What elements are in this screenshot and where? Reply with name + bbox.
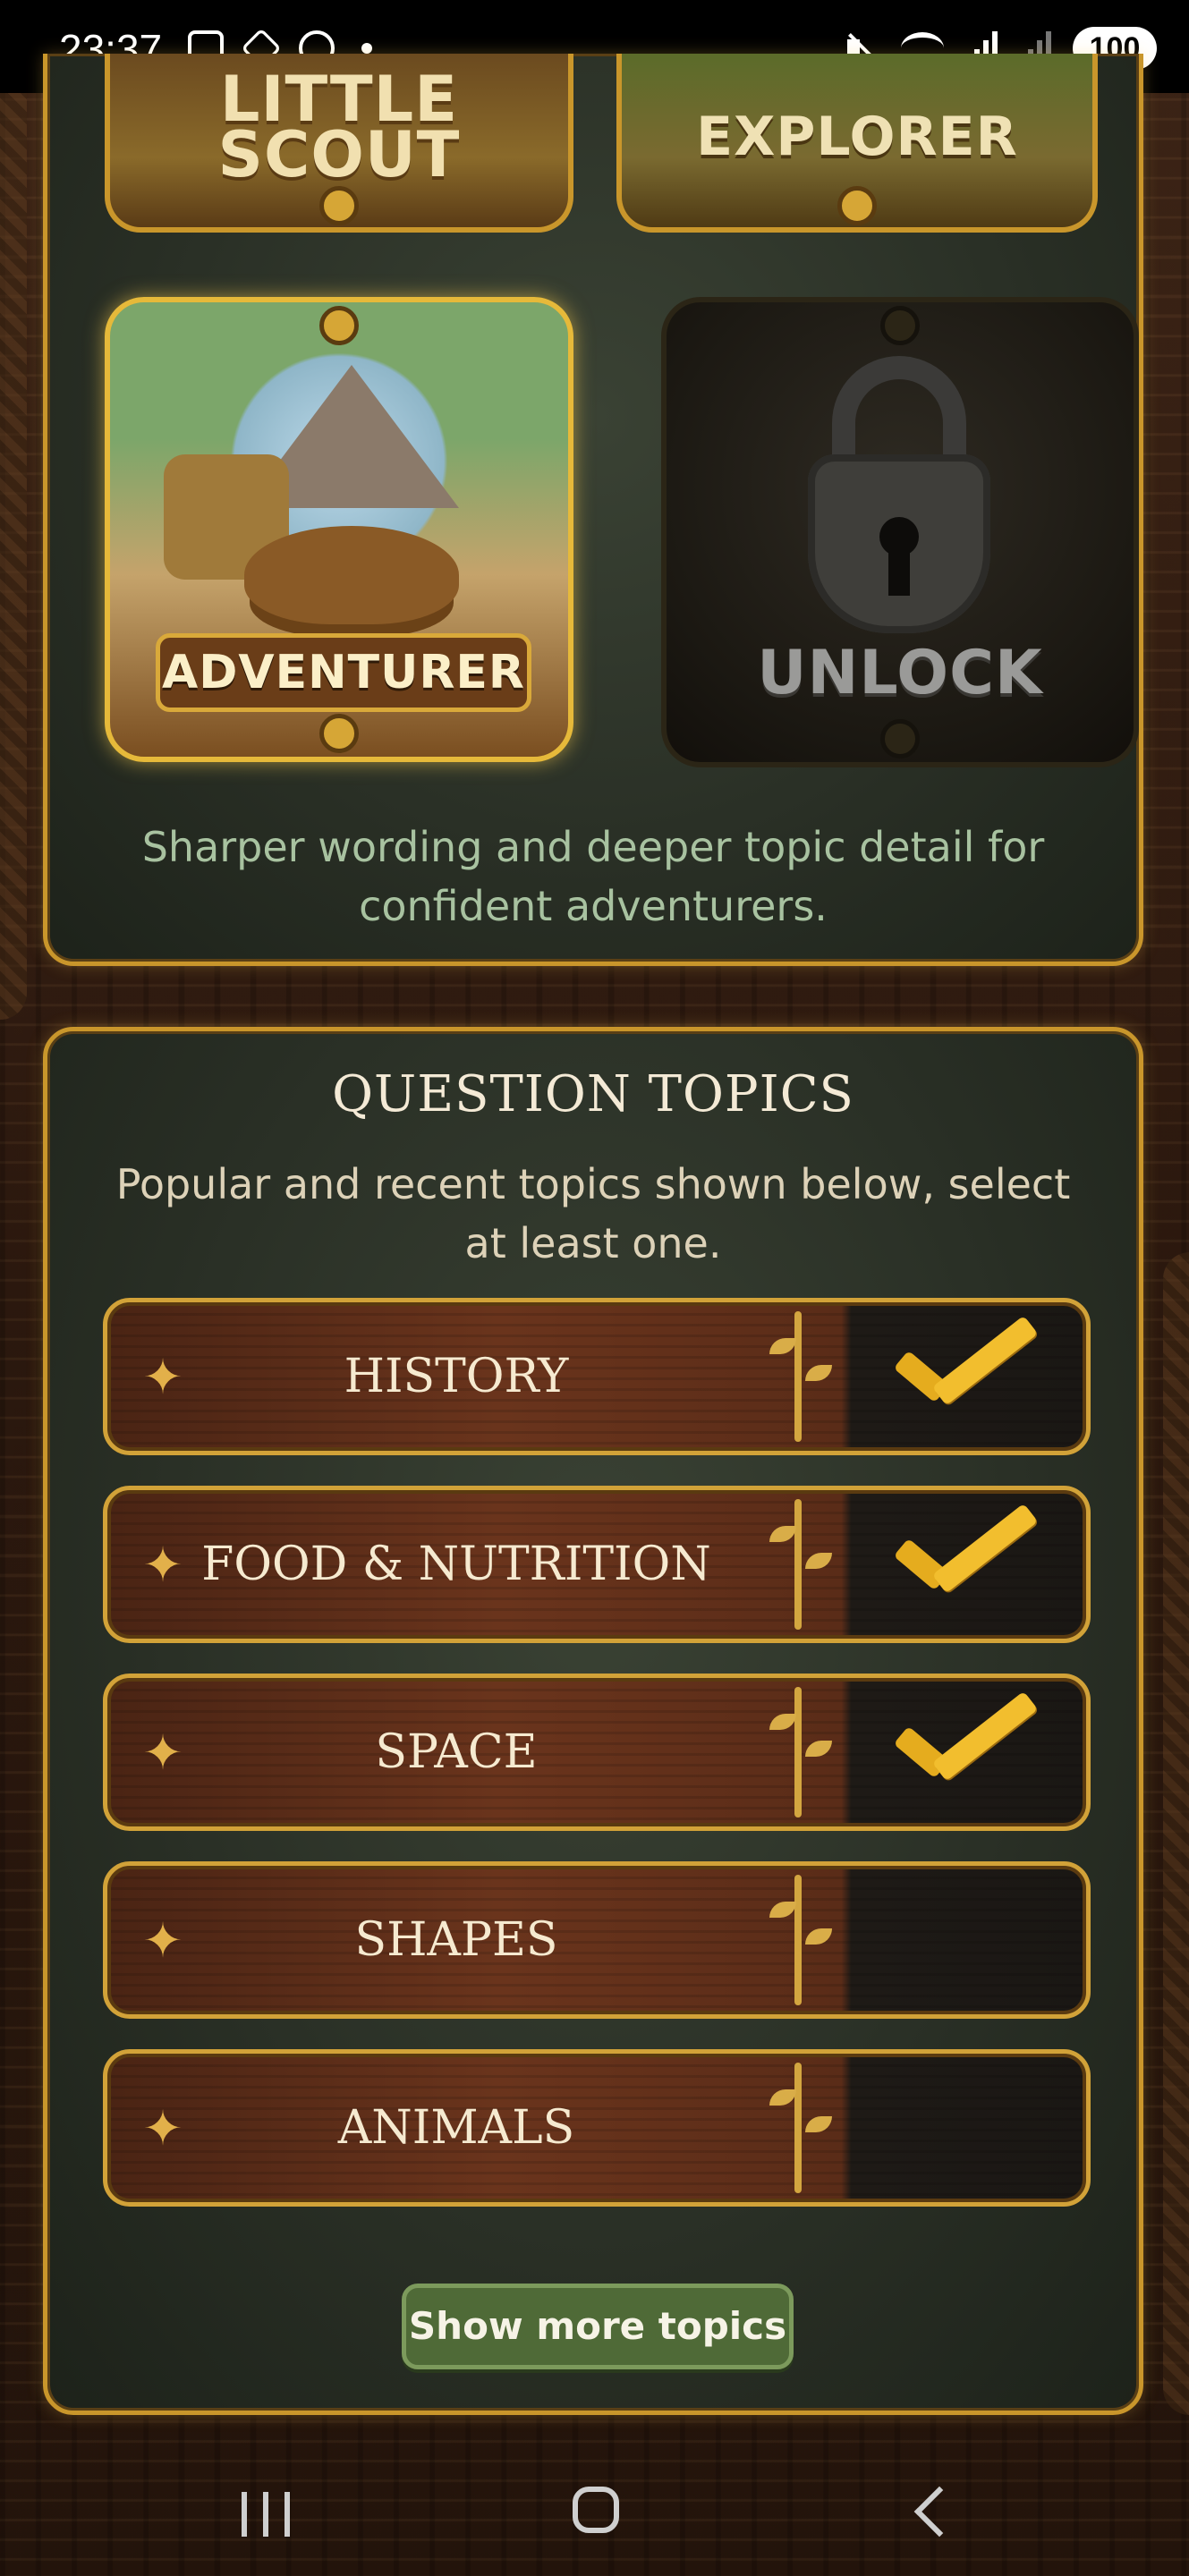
back-icon[interactable] [913, 2486, 965, 2538]
leaf-icon [805, 2116, 832, 2132]
level-label: LITTLE SCOUT [156, 68, 522, 191]
level-panel: LITTLE SCOUT EXPLORER ADVENTURER UNLOCK … [43, 54, 1143, 966]
pin-decoration [880, 306, 920, 345]
rope-decoration [1163, 1252, 1189, 2415]
hat-illustration [244, 526, 459, 624]
sprig-icon [794, 1687, 802, 1818]
navigation-bar [0, 2442, 1189, 2576]
checkmark-icon[interactable] [895, 1324, 993, 1395]
checkmark-icon[interactable] [895, 1699, 993, 1771]
leaf-icon [769, 2089, 796, 2106]
sprig-icon [794, 1499, 802, 1630]
question-topics-panel: QUESTION TOPICS Popular and recent topic… [43, 1027, 1143, 2415]
pin-decoration [837, 186, 877, 225]
topic-label: ANIMALS [337, 2101, 575, 2155]
star-icon: ✦ [142, 1349, 183, 1405]
sprig-icon [794, 1311, 802, 1442]
leaf-icon [769, 1526, 796, 1542]
leaf-icon [769, 1902, 796, 1918]
level-label: EXPLORER [696, 106, 1018, 168]
show-more-topics-button[interactable]: Show more topics [402, 2284, 794, 2369]
level-explorer[interactable]: EXPLORER [616, 54, 1098, 233]
leaf-icon [805, 1553, 832, 1569]
topic-space[interactable]: ✦ SPACE [103, 1674, 1091, 1831]
level-label: ADVENTURER [156, 633, 531, 712]
level-description: Sharper wording and deeper topic detail … [141, 823, 1045, 930]
pin-decoration [319, 186, 359, 225]
topic-label: SHAPES [354, 1913, 558, 1967]
leaf-icon [805, 1741, 832, 1757]
topic-label: FOOD & NUTRITION [201, 1538, 711, 1591]
topic-history[interactable]: ✦ HISTORY [103, 1298, 1091, 1455]
keyhole-icon [888, 546, 910, 596]
pin-decoration [319, 714, 359, 753]
section-title: QUESTION TOPICS [332, 1065, 854, 1123]
level-adventurer[interactable]: ADVENTURER [105, 297, 573, 762]
star-icon: ✦ [142, 1912, 183, 1969]
topic-food-nutrition[interactable]: ✦ FOOD & NUTRITION [103, 1486, 1091, 1643]
leaf-icon [805, 1928, 832, 1945]
leaf-icon [805, 1365, 832, 1381]
sprig-icon [794, 2063, 802, 2193]
star-icon: ✦ [142, 1537, 183, 1593]
level-little-scout[interactable]: LITTLE SCOUT [105, 54, 573, 233]
topic-label: HISTORY [344, 1350, 569, 1403]
level-locked-expert[interactable]: UNLOCK [661, 297, 1139, 767]
unlock-label: UNLOCK [757, 638, 1043, 708]
topic-label: SPACE [375, 1725, 538, 1779]
topic-animals[interactable]: ✦ ANIMALS [103, 2049, 1091, 2207]
checkmark-icon[interactable] [895, 1512, 993, 1583]
pin-decoration [880, 719, 920, 758]
rope-decoration [0, 54, 27, 1020]
star-icon: ✦ [142, 2100, 183, 2157]
pin-decoration [319, 306, 359, 345]
section-subtitle: Popular and recent topics shown below, s… [115, 1160, 1071, 1267]
recent-apps-icon[interactable] [242, 2492, 290, 2537]
leaf-icon [769, 1714, 796, 1730]
star-icon: ✦ [142, 1724, 183, 1781]
level-label-line: SCOUT [217, 118, 461, 191]
topic-shapes[interactable]: ✦ SHAPES [103, 1861, 1091, 2019]
leaf-icon [769, 1338, 796, 1354]
sprig-icon [794, 1875, 802, 2005]
notification-dot-icon [361, 43, 372, 54]
home-icon[interactable] [573, 2487, 619, 2533]
